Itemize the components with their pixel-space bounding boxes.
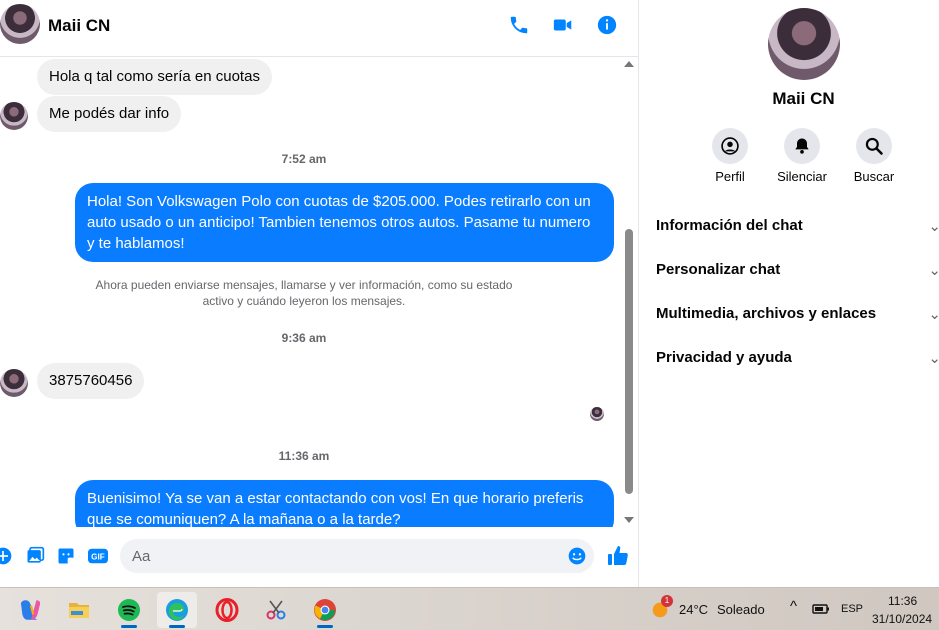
contact-avatar-small xyxy=(0,102,28,130)
edge-icon xyxy=(166,599,188,621)
section-label: Información del chat xyxy=(656,217,803,234)
conversation-info-button[interactable] xyxy=(595,13,619,37)
clock-date[interactable]: 31/10/2024 xyxy=(872,612,932,626)
windows-taskbar: 1 24°C Soleado ^ ESP 11:36 31/10/2024 xyxy=(0,587,939,630)
attach-media-button[interactable] xyxy=(24,545,46,567)
chrome-icon xyxy=(314,599,336,621)
message-scrollbar[interactable] xyxy=(622,57,636,527)
network-icon[interactable] xyxy=(812,602,830,616)
bell-icon xyxy=(795,138,809,154)
chevron-down-icon: ⌄ xyxy=(928,218,939,235)
chevron-up-icon[interactable]: ^ xyxy=(790,598,797,615)
sticker-button[interactable] xyxy=(55,545,77,567)
scroll-up-arrow[interactable] xyxy=(624,61,634,67)
chevron-down-icon: ⌄ xyxy=(928,262,939,279)
taskbar-file-explorer[interactable] xyxy=(59,592,99,628)
profile-action-label: Perfil xyxy=(715,169,745,184)
copilot-icon xyxy=(20,600,41,620)
section-media-files-links[interactable]: Multimedia, archivos y enlaces ⌄ xyxy=(656,305,939,323)
video-call-button[interactable] xyxy=(551,13,575,37)
chevron-down-icon: ⌄ xyxy=(928,350,939,367)
chat-info-panel: Maii CN Perfil Silenciar Buscar Informac… xyxy=(640,0,939,587)
search-action[interactable]: Buscar xyxy=(839,128,909,184)
system-notice: Ahora pueden enviarse mensajes, llamarse… xyxy=(95,278,513,308)
section-label: Privacidad y ayuda xyxy=(656,349,792,366)
sticker-icon xyxy=(58,548,74,564)
profile-avatar-large[interactable] xyxy=(768,8,840,80)
message-list[interactable]: Hola q tal como sería en cuotas Me podés… xyxy=(0,57,620,527)
scroll-thumb[interactable] xyxy=(625,229,633,494)
smiley-icon xyxy=(568,547,586,565)
profile-action[interactable]: Perfil xyxy=(695,128,765,184)
taskbar-chrome[interactable] xyxy=(305,592,345,628)
image-icon xyxy=(27,546,45,563)
folder-icon xyxy=(69,603,89,618)
timestamp: 11:36 am xyxy=(278,449,330,463)
outgoing-message[interactable]: Buenisimo! Ya se van a estar contactando… xyxy=(75,480,614,527)
chat-header: Maii CN xyxy=(0,0,639,57)
clock-time[interactable]: 11:36 xyxy=(888,594,917,608)
running-indicator xyxy=(169,625,185,628)
weather-condition[interactable]: Soleado xyxy=(717,602,765,617)
svg-text:GIF: GIF xyxy=(91,553,105,562)
weather-widget-icon[interactable]: 1 xyxy=(645,592,675,628)
like-button[interactable] xyxy=(605,543,631,569)
profile-icon xyxy=(721,137,739,155)
section-privacy-help[interactable]: Privacidad y ayuda ⌄ xyxy=(656,349,939,367)
chevron-down-icon: ⌄ xyxy=(928,306,939,323)
search-button[interactable] xyxy=(856,128,892,164)
call-button[interactable] xyxy=(507,13,531,37)
search-action-label: Buscar xyxy=(853,169,895,184)
taskbar-copilot[interactable] xyxy=(11,592,51,628)
opera-icon xyxy=(215,598,239,622)
section-label: Multimedia, archivos y enlaces xyxy=(656,305,877,322)
gif-button[interactable]: GIF xyxy=(87,545,109,567)
chat-pane: Maii CN Hola q tal como sería en cuotas … xyxy=(0,0,639,587)
emoji-button[interactable] xyxy=(566,545,588,567)
profile-name: Maii CN xyxy=(772,89,835,108)
scroll-down-arrow[interactable] xyxy=(624,517,634,523)
search-icon xyxy=(865,137,883,155)
messenger-window: Maii CN Hola q tal como sería en cuotas … xyxy=(0,0,939,587)
mute-action-label: Silenciar xyxy=(777,169,827,184)
contact-avatar[interactable] xyxy=(0,4,40,44)
notification-badge: 1 xyxy=(661,595,673,607)
profile-button[interactable] xyxy=(712,128,748,164)
incoming-message[interactable]: 3875760456 xyxy=(37,363,145,399)
taskbar-spotify[interactable] xyxy=(109,592,149,628)
outgoing-message[interactable]: Hola! Son Volkswagen Polo con cuotas de … xyxy=(75,183,614,262)
taskbar-edge[interactable] xyxy=(157,592,197,628)
incoming-message[interactable]: Me podés dar info xyxy=(37,96,182,132)
taskbar-opera[interactable] xyxy=(207,592,247,628)
mute-button[interactable] xyxy=(784,128,820,164)
more-actions-button[interactable] xyxy=(0,545,14,567)
video-camera-icon xyxy=(553,19,572,31)
taskbar-snipping-tool[interactable] xyxy=(256,592,296,628)
info-icon xyxy=(597,15,617,35)
running-indicator xyxy=(121,625,137,628)
section-label: Personalizar chat xyxy=(656,261,781,278)
snipping-tool-icon xyxy=(266,600,286,620)
plus-circle-icon xyxy=(0,547,12,565)
seen-indicator-avatar xyxy=(590,407,604,421)
contact-name[interactable]: Maii CN xyxy=(48,16,110,36)
thumbs-up-icon xyxy=(608,546,628,565)
phone-icon xyxy=(510,16,528,34)
spotify-icon xyxy=(118,599,140,621)
mute-action[interactable]: Silenciar xyxy=(767,128,837,184)
composer: GIF xyxy=(0,527,639,587)
running-indicator xyxy=(317,625,333,628)
timestamp: 7:52 am xyxy=(281,152,327,166)
contact-avatar-small xyxy=(0,369,28,397)
gif-icon: GIF xyxy=(88,548,108,564)
weather-temperature[interactable]: 24°C xyxy=(679,602,708,617)
timestamp: 9:36 am xyxy=(281,331,327,345)
section-customize-chat[interactable]: Personalizar chat ⌄ xyxy=(656,261,939,279)
language-indicator[interactable]: ESP xyxy=(841,603,863,615)
incoming-message[interactable]: Hola q tal como sería en cuotas xyxy=(37,59,272,95)
message-input[interactable] xyxy=(120,539,594,573)
section-chat-info[interactable]: Información del chat ⌄ xyxy=(656,217,939,235)
